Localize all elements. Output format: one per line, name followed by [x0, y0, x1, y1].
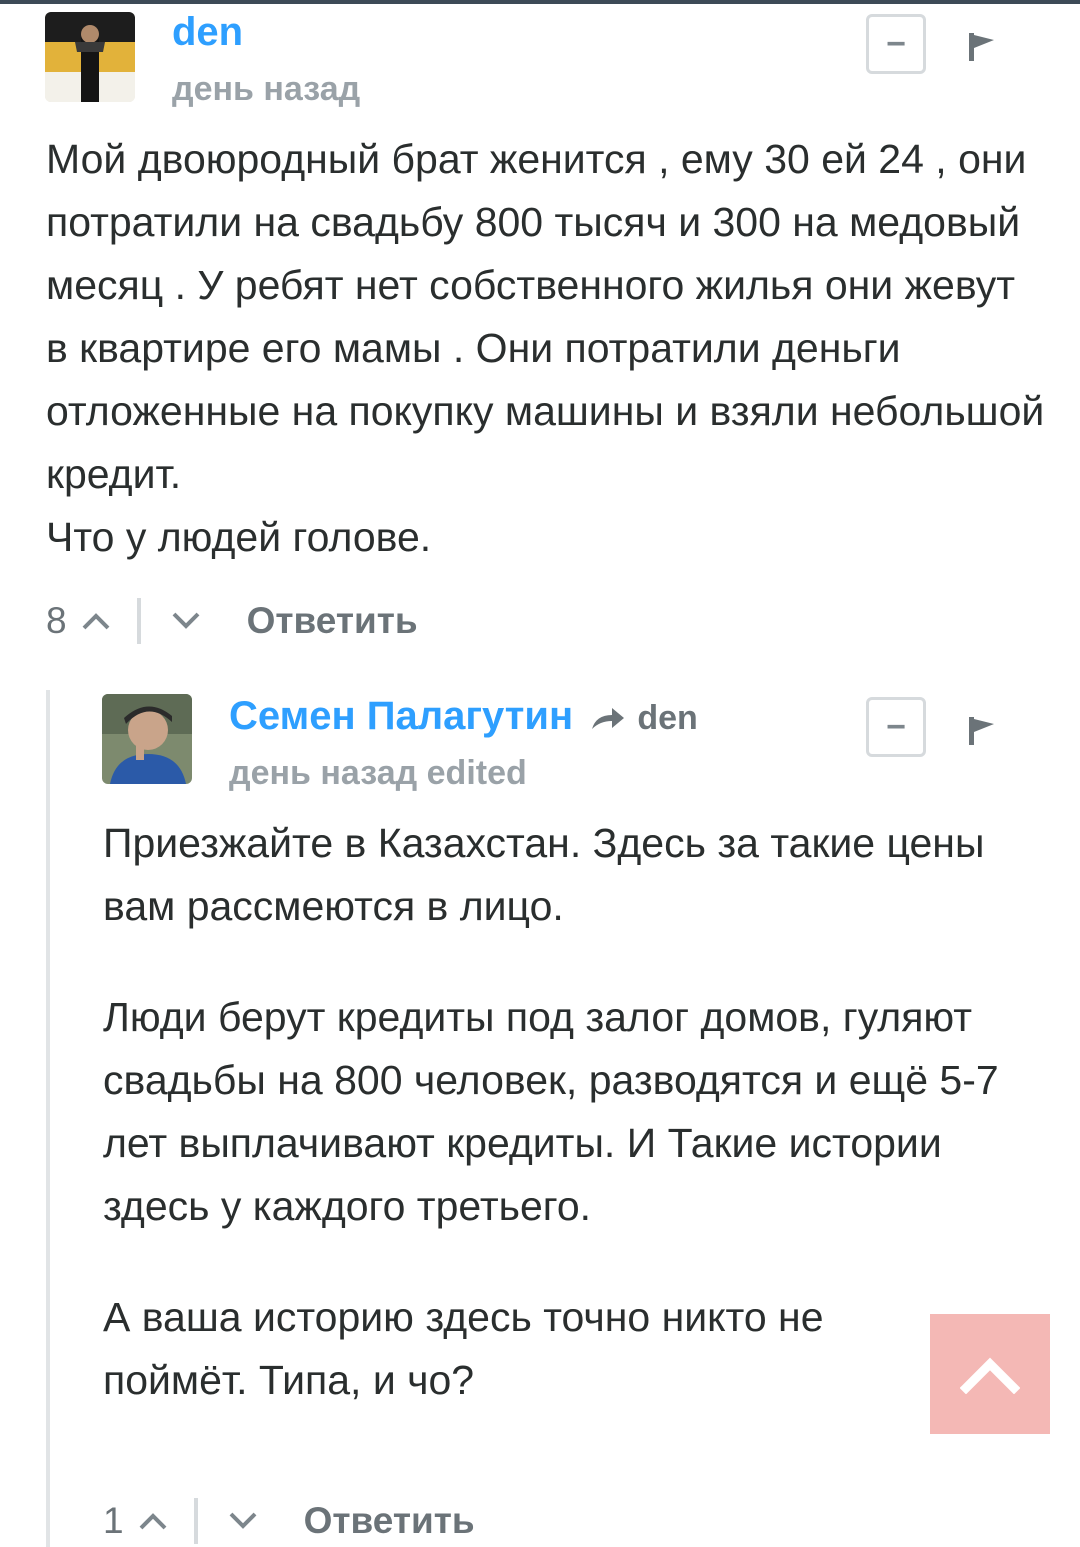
chevron-up-icon[interactable] — [138, 1506, 168, 1536]
flag-icon[interactable] — [968, 32, 996, 62]
reply-button[interactable]: Ответить — [247, 600, 418, 642]
edited-label: edited — [426, 754, 527, 792]
chevron-up-icon — [960, 1357, 1020, 1394]
scroll-to-top-button[interactable] — [930, 1314, 1050, 1434]
collapse-button[interactable]: − — [866, 697, 926, 757]
vote-divider — [136, 598, 141, 644]
vote-count: 1 — [103, 1500, 124, 1541]
avatar[interactable] — [102, 694, 192, 784]
author-name: Семен Палагутин den — [229, 694, 698, 741]
vote-divider — [193, 1498, 198, 1544]
comment-body: Мой двоюродный брат женится , ему 30 ей … — [46, 128, 1046, 569]
reply-to-link[interactable]: den — [637, 699, 697, 737]
comments-page: den день назад − Мой двоюродный брат жен… — [0, 0, 1080, 1547]
vote-count: 8 — [46, 600, 67, 641]
comment-actions: 8 Ответить — [46, 596, 418, 646]
comment-paragraph: Что у людей голове. — [46, 514, 432, 560]
chevron-up-icon[interactable] — [81, 606, 111, 636]
comment-body: Приезжайте в Казахстан. Здесь за такие ц… — [103, 812, 1033, 1412]
collapse-button[interactable]: − — [866, 14, 926, 74]
comment-actions: 1 Ответить — [103, 1496, 475, 1546]
reply-button[interactable]: Ответить — [304, 1500, 475, 1542]
comment-time[interactable]: день назад — [172, 70, 360, 109]
comment-paragraph: Приезжайте в Казахстан. Здесь за такие ц… — [103, 820, 985, 929]
avatar[interactable] — [45, 12, 135, 102]
chevron-down-icon[interactable] — [228, 1506, 258, 1536]
thread-line — [46, 690, 50, 1547]
chevron-down-icon[interactable] — [171, 606, 201, 636]
comment-paragraph: Люди берут кредиты под залог домов, гуля… — [103, 994, 999, 1229]
flag-icon[interactable] — [968, 716, 996, 746]
comment-paragraph: Мой двоюродный брат женится , ему 30 ей … — [46, 136, 1045, 497]
author-name[interactable]: den — [172, 10, 243, 55]
top-border — [0, 0, 1080, 4]
share-arrow-icon — [590, 696, 626, 741]
comment-time[interactable]: день назад — [229, 754, 417, 792]
author-link[interactable]: Семен Палагутин — [229, 694, 573, 738]
comment-paragraph: А ваша историю здесь точно никто не пойм… — [103, 1294, 824, 1403]
comment-meta: день назад edited — [229, 754, 527, 793]
